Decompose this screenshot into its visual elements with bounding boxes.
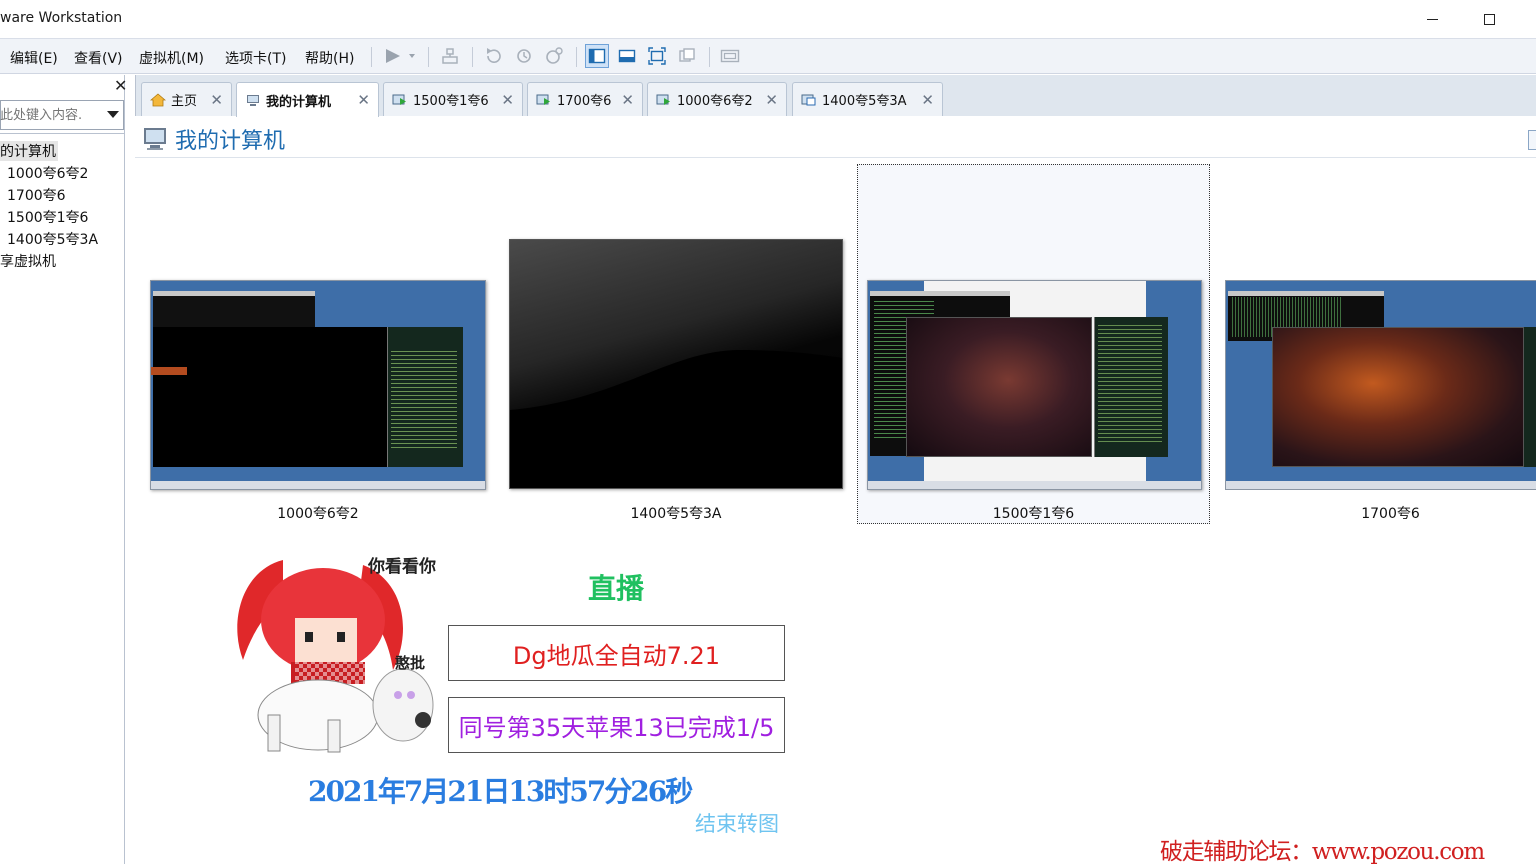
- tab-my-computer[interactable]: 我的计算机 ✕: [236, 82, 379, 117]
- snapshot-manager-button[interactable]: [542, 44, 566, 68]
- tab-strip: 主页 ✕ 我的计算机 ✕ 1500夸1夸6 ✕ 1700夸6 ✕ 1000夸6夸…: [135, 75, 1536, 117]
- tab-label: 我的计算机: [266, 94, 332, 110]
- meme-caption-mid: 憨批: [395, 654, 426, 672]
- close-icon[interactable]: ✕: [357, 91, 370, 109]
- power-on-button[interactable]: [380, 44, 420, 68]
- fullscreen-button[interactable]: [645, 44, 669, 68]
- vm-name: 1700夸6: [1361, 506, 1420, 522]
- tab-home[interactable]: 主页 ✕: [141, 82, 232, 116]
- play-icon: [386, 49, 415, 63]
- tree-item-label: 1700夸6: [7, 188, 66, 204]
- network-button[interactable]: [438, 44, 462, 68]
- close-icon[interactable]: ✕: [921, 91, 934, 109]
- close-icon[interactable]: ✕: [765, 91, 778, 109]
- library-view-button[interactable]: [585, 44, 609, 68]
- computer-icon: [144, 128, 166, 150]
- tree-item-my-computer[interactable]: 我的计算机: [0, 141, 58, 161]
- maximize-button[interactable]: [1466, 0, 1512, 38]
- vm-card[interactable]: [509, 239, 843, 489]
- vm-card[interactable]: [1225, 280, 1536, 490]
- network-icon: [442, 48, 458, 64]
- vm-running-icon: [392, 94, 406, 105]
- meme-image: 你看看你 憨批: [223, 540, 438, 754]
- vm-card[interactable]: [150, 280, 486, 490]
- vm-name: 1400夸5夸3A: [630, 506, 722, 522]
- window-title: ware Workstation: [0, 10, 123, 26]
- unity-button[interactable]: [675, 44, 699, 68]
- close-library-icon[interactable]: ✕: [114, 76, 127, 95]
- status-box-progress: 同号第35天苹果13已完成1/5: [448, 697, 785, 753]
- live-label: 直播: [588, 572, 645, 605]
- tab-label: 主页: [171, 94, 198, 109]
- tree-item-label: 1000夸6夸2: [7, 166, 89, 182]
- chevron-down-icon[interactable]: [107, 111, 119, 118]
- page-title: 我的计算机: [175, 129, 286, 154]
- menu-help[interactable]: 帮助(H): [305, 48, 354, 68]
- tab-vm[interactable]: 1700夸6 ✕: [527, 82, 643, 116]
- tree-item-vm[interactable]: 1000夸6夸2: [0, 163, 88, 183]
- title-bar: ware Workstation: [0, 0, 1536, 38]
- vm-screenshot: [1225, 280, 1536, 490]
- tree-item-vm[interactable]: 1400夸5夸3A: [0, 229, 98, 249]
- vm-name: 1000夸6夸2: [277, 506, 359, 522]
- tab-label: 1500夸1夸6: [413, 94, 489, 109]
- computer-icon: [247, 95, 259, 106]
- home-icon: [150, 92, 166, 106]
- page-header: 我的计算机: [135, 116, 1536, 158]
- tab-vm[interactable]: 1500夸1夸6 ✕: [383, 82, 523, 116]
- tree-item-vm[interactable]: 1700夸6: [0, 185, 66, 205]
- menu-edit[interactable]: 编辑(E): [10, 48, 58, 68]
- tree-item-shared-vms[interactable]: 共享虚拟机: [0, 251, 56, 271]
- fullscreen-icon: [648, 47, 666, 65]
- maximize-icon: [1483, 13, 1495, 25]
- vm-name: 1500夸1夸6: [992, 506, 1075, 522]
- tab-vm[interactable]: 1400夸5夸3A ✕: [792, 82, 943, 116]
- menu-view[interactable]: 查看(V): [74, 48, 123, 68]
- console-view-icon: [618, 49, 636, 63]
- revert-snapshot-button[interactable]: [512, 44, 536, 68]
- minimize-icon: [1426, 18, 1438, 20]
- vm-card-selected[interactable]: [857, 164, 1210, 524]
- close-icon[interactable]: ✕: [210, 91, 223, 109]
- status-box-text: Dg地瓜全自动7.21: [512, 641, 721, 670]
- tree-item-vm[interactable]: 1500夸1夸6: [0, 207, 88, 227]
- vm-running-icon: [536, 94, 550, 105]
- stretch-button[interactable]: [718, 44, 742, 68]
- library-sidebar: ✕ 我的计算机 1000夸6夸2 1700夸6 1500夸1夸6 1400夸5夸…: [0, 75, 127, 864]
- close-icon[interactable]: ✕: [501, 91, 514, 109]
- status-box-text: 同号第35天苹果13已完成1/5: [458, 713, 775, 742]
- datetime-label: 2021年7月21日13时57分26秒: [308, 775, 693, 808]
- tab-label: 1400夸5夸3A: [822, 94, 907, 109]
- console-view-button[interactable]: [615, 44, 639, 68]
- status-box-title: Dg地瓜全自动7.21: [448, 625, 785, 681]
- snapshot-button[interactable]: [482, 44, 506, 68]
- menu-tabs[interactable]: 选项卡(T): [225, 48, 286, 68]
- menu-vm[interactable]: 虚拟机(M): [139, 48, 204, 68]
- vm-running-icon: [656, 94, 670, 105]
- snapshot-manager-icon: [546, 47, 563, 64]
- tree-item-label: 1500夸1夸6: [7, 210, 89, 226]
- tab-label: 1000夸6夸2: [677, 94, 753, 109]
- minimize-button[interactable]: [1409, 0, 1455, 38]
- sidebar-layout-icon: [588, 48, 606, 64]
- page-header-button[interactable]: [1528, 130, 1536, 150]
- end-label: 结束转图: [695, 812, 779, 836]
- menu-bar: 编辑(E) 查看(V) 虚拟机(M) 选项卡(T) 帮助(H): [0, 38, 1536, 74]
- vm-screenshot: [867, 280, 1202, 490]
- tab-label: 1700夸6: [557, 94, 612, 109]
- stretch-icon: [720, 49, 740, 63]
- tree-item-label: 1400夸5夸3A: [7, 232, 99, 248]
- snapshot-icon: [487, 48, 501, 63]
- library-search-input[interactable]: [0, 102, 83, 128]
- revert-icon: [517, 49, 531, 63]
- vm-screenshot: [150, 280, 486, 490]
- vm-suspended-icon: [801, 94, 816, 105]
- meme-caption-top: 你看看你: [368, 557, 436, 577]
- watermark: 破走辅助论坛：www.pozou.com: [1160, 839, 1485, 865]
- vm-screenshot: [509, 239, 843, 489]
- tab-vm[interactable]: 1000夸6夸2 ✕: [647, 82, 787, 116]
- library-search[interactable]: [0, 100, 124, 130]
- unity-icon: [679, 48, 695, 62]
- close-icon[interactable]: ✕: [621, 91, 634, 109]
